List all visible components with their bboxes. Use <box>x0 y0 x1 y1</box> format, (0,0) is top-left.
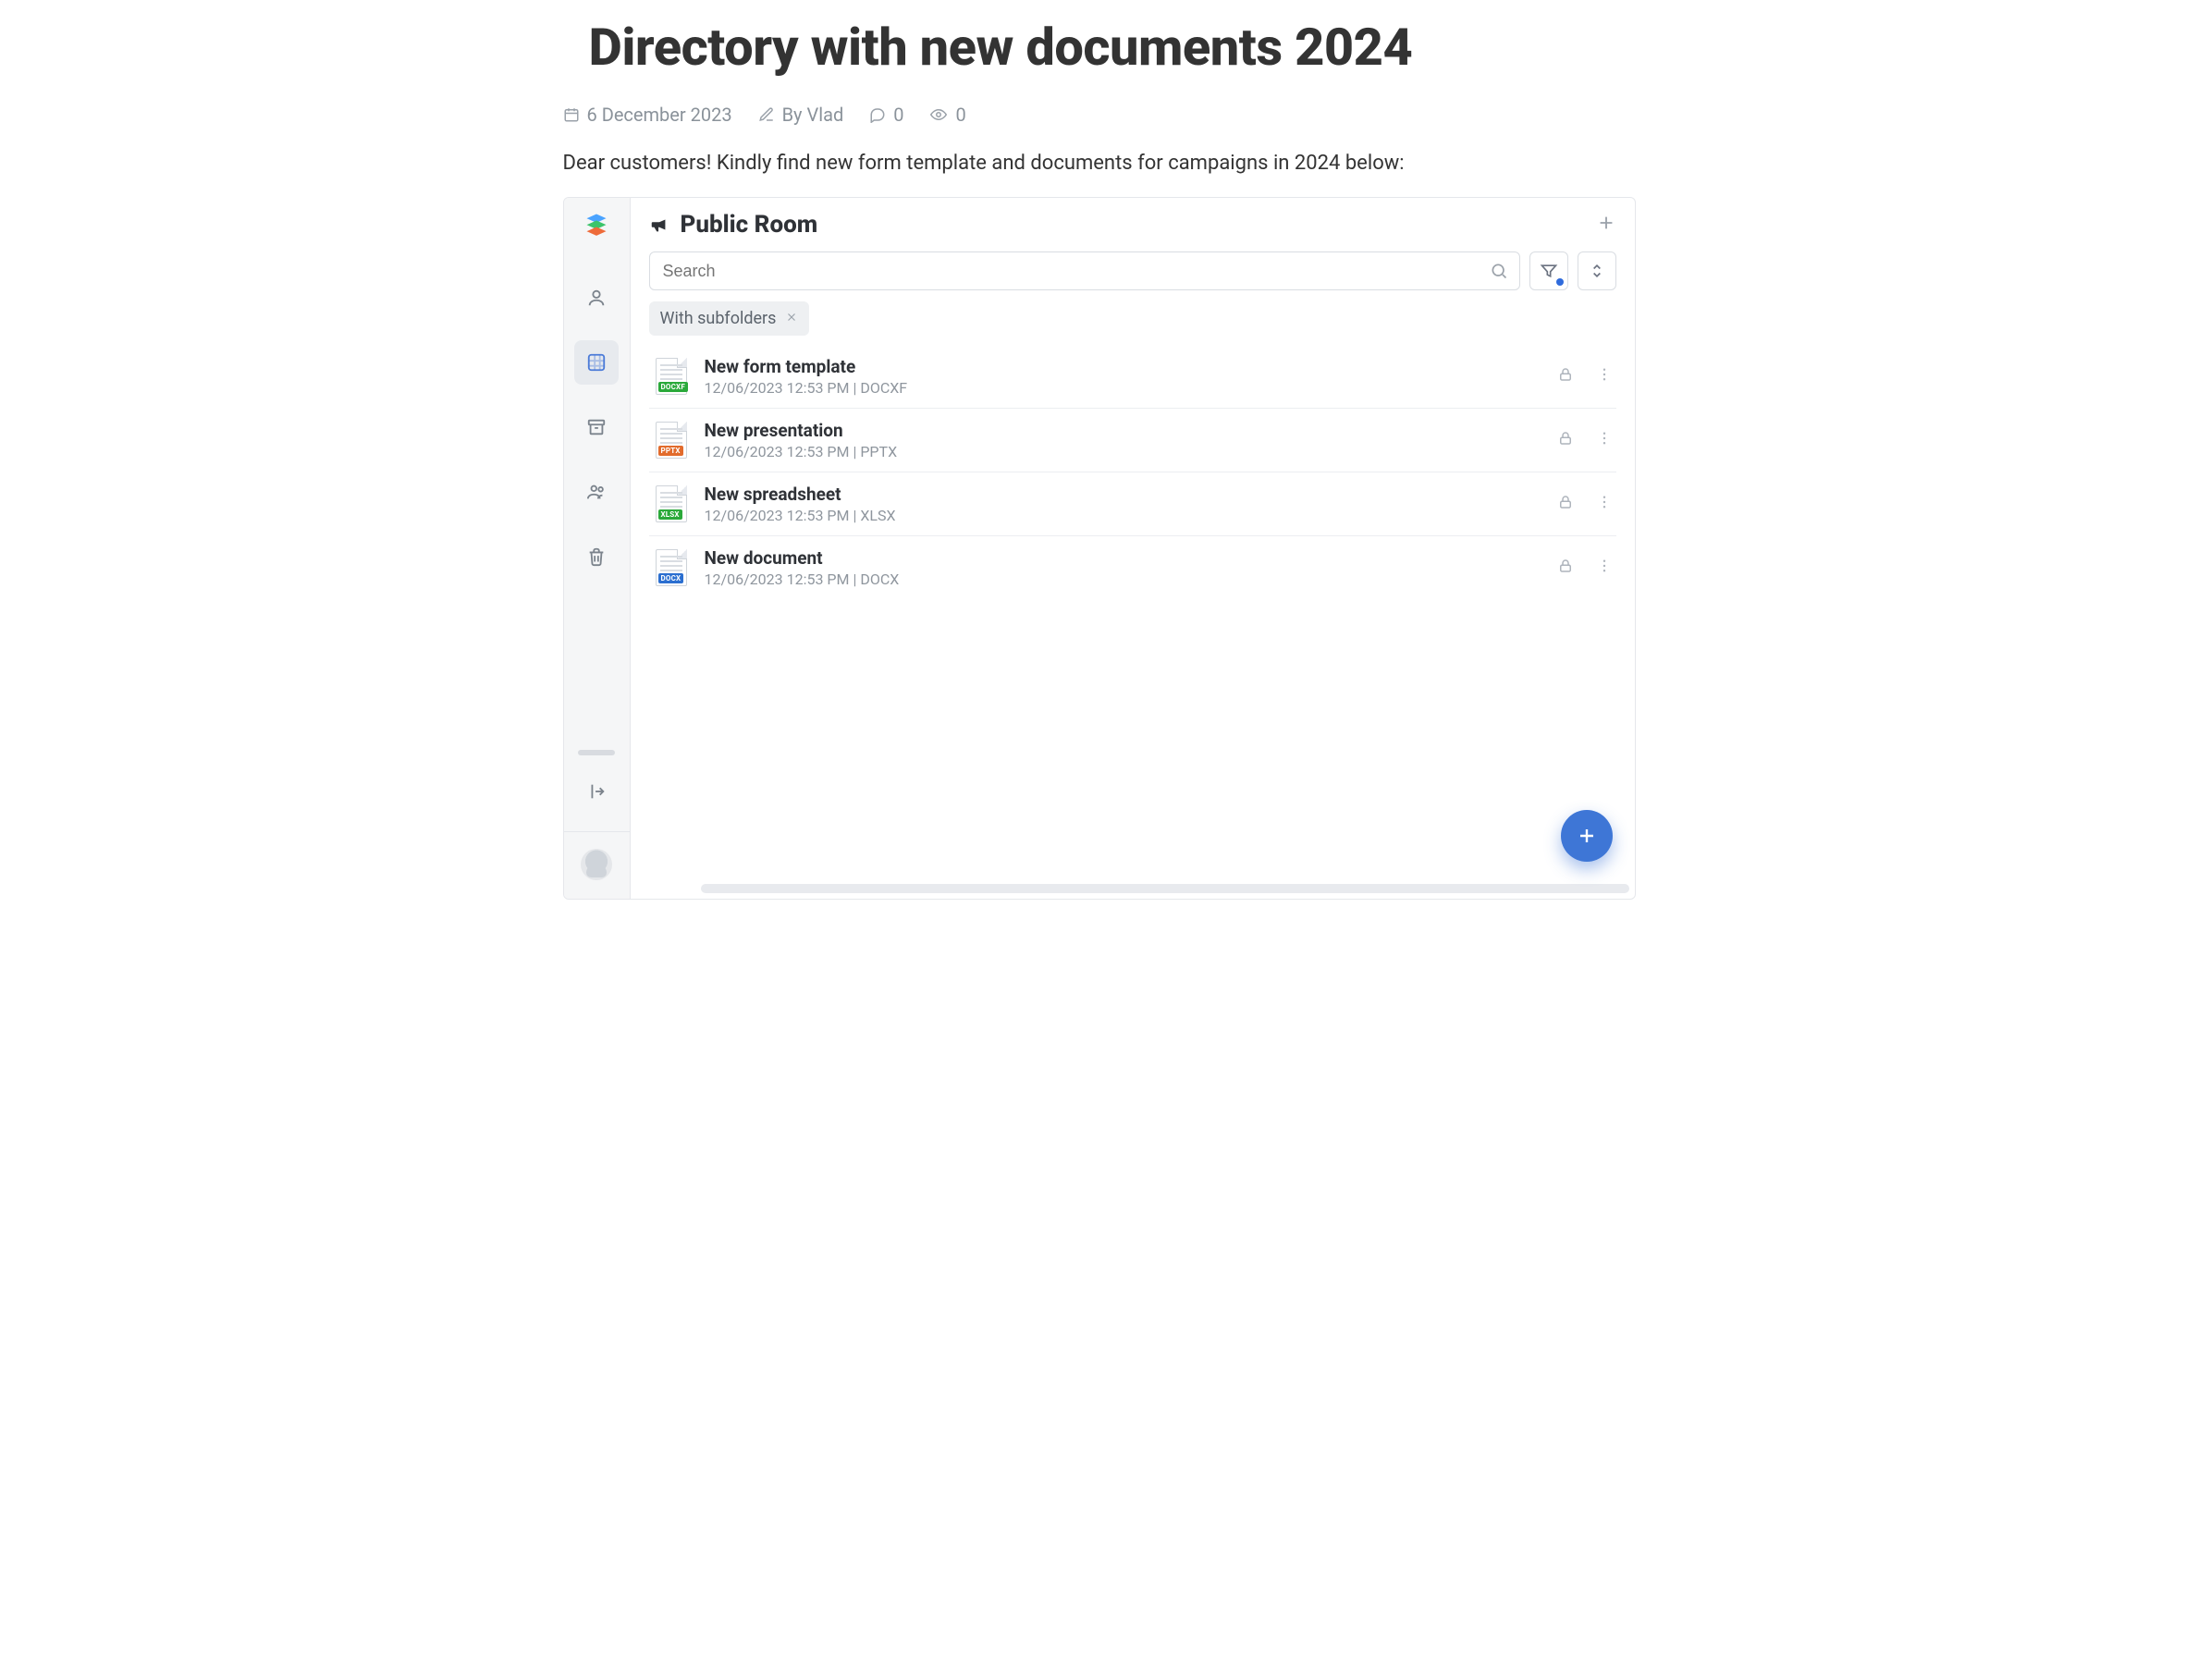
more-button[interactable] <box>1596 558 1613 578</box>
chip-remove[interactable] <box>785 309 798 328</box>
sort-icon <box>1588 262 1606 280</box>
sidebar-resize-handle[interactable] <box>578 750 615 755</box>
filter-button[interactable] <box>1529 251 1568 290</box>
file-thumb: PPTX <box>653 422 690 459</box>
page-meta: 6 December 2023 By Vlad 0 0 <box>563 104 1636 126</box>
file-meta: 12/06/2023 12:53 PM | DOCXF <box>705 379 1542 397</box>
file-thumb: XLSX <box>653 485 690 522</box>
list-item[interactable]: XLSX New spreadsheet 12/06/2023 12:53 PM… <box>649 472 1616 536</box>
file-name: New presentation <box>705 420 1542 441</box>
sidebar-item-person[interactable] <box>574 276 619 320</box>
sidebar-item-archive[interactable] <box>574 405 619 449</box>
horizontal-scrollbar[interactable] <box>701 884 1629 893</box>
meta-comments: 0 <box>869 104 903 126</box>
app-frame: Public Room <box>563 197 1636 900</box>
sidebar-item-group[interactable] <box>574 470 619 514</box>
avatar[interactable] <box>581 849 612 880</box>
room-title: Public Room <box>681 211 818 239</box>
archive-icon <box>586 417 607 437</box>
plus-icon <box>1596 213 1616 233</box>
calendar-icon <box>563 106 580 123</box>
plus-icon <box>1576 825 1598 847</box>
file-tag: DOCXF <box>658 382 688 392</box>
list-item[interactable]: PPTX New presentation 12/06/2023 12:53 P… <box>649 409 1616 472</box>
intro-text: Dear customers! Kindly find new form tem… <box>563 152 1636 175</box>
meta-views: 0 <box>929 104 965 126</box>
sort-button[interactable] <box>1578 251 1616 290</box>
fab-add-button[interactable] <box>1561 810 1613 862</box>
logo-icon[interactable] <box>583 211 609 237</box>
meta-author-text: By Vlad <box>782 104 844 126</box>
room-header: Public Room <box>631 198 1635 244</box>
sidebar-avatar-area <box>563 831 630 899</box>
file-meta: 12/06/2023 12:53 PM | XLSX <box>705 507 1542 524</box>
more-button[interactable] <box>1596 494 1613 514</box>
filter-chips: With subfolders <box>631 298 1635 345</box>
file-tag: DOCX <box>658 573 684 583</box>
filter-active-dot <box>1556 278 1564 286</box>
chip-with-subfolders[interactable]: With subfolders <box>649 301 810 336</box>
file-tag: PPTX <box>658 446 683 456</box>
sidebar <box>564 198 631 899</box>
collapse-icon <box>586 781 607 802</box>
meta-date-text: 6 December 2023 <box>587 104 732 126</box>
file-meta: 12/06/2023 12:53 PM | DOCX <box>705 570 1542 588</box>
meta-views-count: 0 <box>955 104 965 126</box>
file-tag: XLSX <box>658 509 682 520</box>
more-button[interactable] <box>1596 366 1613 386</box>
comment-icon <box>869 106 886 123</box>
lock-icon <box>1557 558 1574 578</box>
file-name: New form template <box>705 356 1542 377</box>
group-icon <box>585 482 608 502</box>
lock-icon <box>1557 430 1574 450</box>
list-item[interactable]: DOCXF New form template 12/06/2023 12:53… <box>649 345 1616 409</box>
lock-icon <box>1557 366 1574 386</box>
meta-author: By Vlad <box>758 104 844 126</box>
file-list: DOCXF New form template 12/06/2023 12:53… <box>631 345 1635 884</box>
page-title: Directory with new documents 2024 <box>589 17 1636 78</box>
file-name: New document <box>705 547 1542 569</box>
filter-icon <box>1540 262 1558 280</box>
trash-icon <box>586 546 607 567</box>
add-button[interactable] <box>1596 213 1616 237</box>
person-icon <box>586 288 607 308</box>
file-thumb: DOCX <box>653 549 690 586</box>
meta-date: 6 December 2023 <box>563 104 732 126</box>
eye-icon <box>929 106 948 123</box>
sidebar-nav <box>574 276 619 579</box>
toolbar <box>631 244 1635 298</box>
file-meta: 12/06/2023 12:53 PM | PPTX <box>705 443 1542 460</box>
file-thumb: DOCXF <box>653 358 690 395</box>
search-field[interactable] <box>649 251 1520 290</box>
more-button[interactable] <box>1596 430 1613 450</box>
search-input[interactable] <box>661 261 1490 282</box>
lock-icon <box>1557 494 1574 514</box>
list-item[interactable]: DOCX New document 12/06/2023 12:53 PM | … <box>649 536 1616 599</box>
sidebar-item-trash[interactable] <box>574 534 619 579</box>
search-icon <box>1490 262 1508 280</box>
close-icon <box>785 311 798 324</box>
sidebar-collapse[interactable] <box>586 781 607 805</box>
sidebar-item-grid[interactable] <box>574 340 619 385</box>
grid-icon <box>586 352 607 373</box>
main-panel: Public Room <box>631 198 1635 899</box>
meta-comments-count: 0 <box>893 104 903 126</box>
file-name: New spreadsheet <box>705 484 1542 505</box>
megaphone-icon <box>649 215 669 235</box>
edit-icon <box>758 106 775 123</box>
chip-label: With subfolders <box>660 309 777 328</box>
